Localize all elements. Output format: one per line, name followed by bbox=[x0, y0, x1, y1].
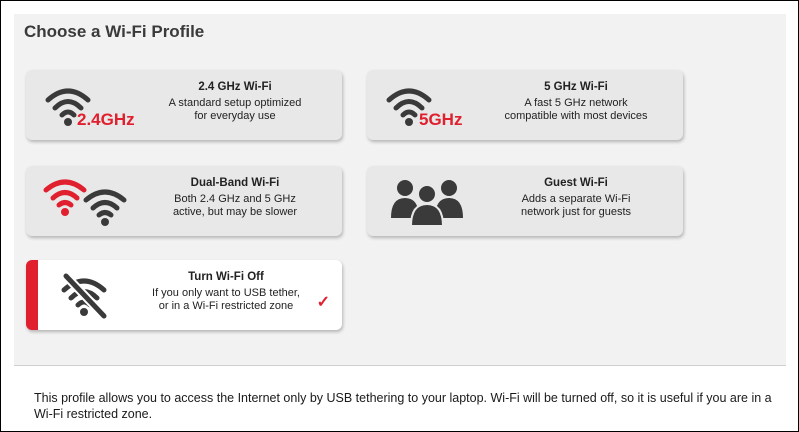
profile-name: Guest Wi-Fi bbox=[544, 177, 608, 189]
wifi-5ghz-icon: 5GHz bbox=[386, 88, 462, 129]
profile-card-2-4ghz[interactable]: 2.4GHz 2.4 GHz Wi-Fi A standard setup op… bbox=[26, 70, 342, 140]
profile-desc: A standard setup optimized for everyday … bbox=[168, 97, 302, 122]
profile-card-wifi-off[interactable]: Turn Wi-Fi Off If you only want to USB t… bbox=[26, 260, 342, 330]
badge-5ghz: 5GHz bbox=[419, 110, 462, 129]
wifi-off-icon bbox=[61, 272, 108, 320]
wifi-2-4ghz-icon: 2.4GHz bbox=[45, 88, 135, 129]
badge-2-4ghz: 2.4GHz bbox=[77, 110, 135, 129]
profile-text: Turn Wi-Fi Off If you only want to USB t… bbox=[138, 271, 314, 313]
profile-card-5ghz[interactable]: 5GHz 5 GHz Wi-Fi A fast 5 GHz network co… bbox=[367, 70, 683, 140]
profile-desc: Both 2.4 GHz and 5 GHz active, but may b… bbox=[172, 193, 298, 218]
profile-name: Turn Wi-Fi Off bbox=[188, 271, 264, 283]
profile-text: Guest Wi-Fi Adds a separate Wi-Fi networ… bbox=[479, 177, 673, 219]
profile-text: Dual-Band Wi-Fi Both 2.4 GHz and 5 GHz a… bbox=[138, 177, 332, 219]
profile-desc: A fast 5 GHz network compatible with mos… bbox=[504, 97, 648, 122]
selected-check-icon: ✓ bbox=[316, 294, 330, 311]
profile-text: 5 GHz Wi-Fi A fast 5 GHz network compati… bbox=[479, 81, 673, 123]
profile-card-guest[interactable]: Guest Wi-Fi Adds a separate Wi-Fi networ… bbox=[367, 166, 683, 236]
profile-description: This profile allows you to access the In… bbox=[34, 391, 772, 421]
profile-desc: If you only want to USB tether, or in a … bbox=[152, 287, 300, 312]
profile-name: 2.4 GHz Wi-Fi bbox=[198, 81, 272, 93]
page-title: Choose a Wi-Fi Profile bbox=[24, 22, 205, 41]
profile-desc: Adds a separate Wi-Fi network just for g… bbox=[520, 193, 632, 218]
profile-card-dual-band[interactable]: Dual-Band Wi-Fi Both 2.4 GHz and 5 GHz a… bbox=[26, 166, 342, 236]
profile-name: Dual-Band Wi-Fi bbox=[190, 177, 280, 189]
dual-band-wifi-icon bbox=[43, 179, 127, 226]
guest-users-icon bbox=[391, 180, 463, 226]
profile-name: 5 GHz Wi-Fi bbox=[544, 81, 608, 93]
profile-text: 2.4 GHz Wi-Fi A standard setup optimized… bbox=[138, 81, 332, 123]
